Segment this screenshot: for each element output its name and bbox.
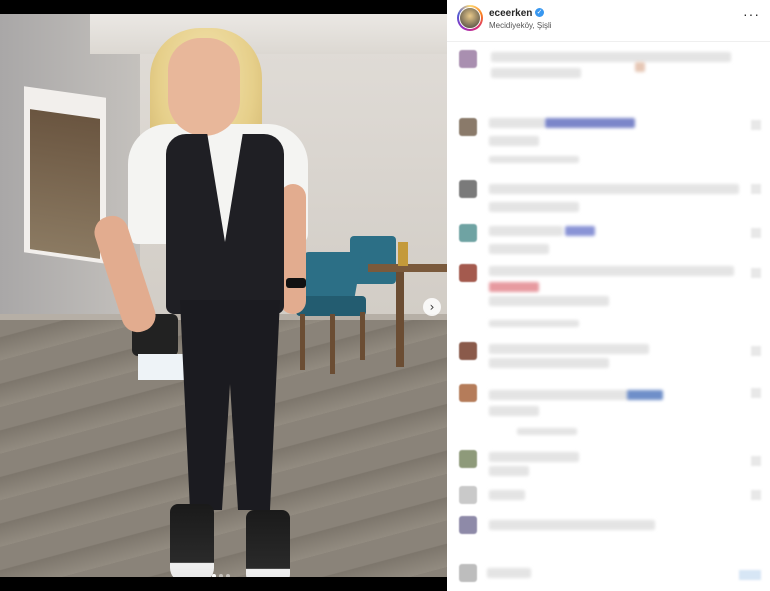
blurred-mention (545, 118, 635, 128)
like-icon[interactable] (751, 228, 761, 238)
commenter-avatar (459, 118, 477, 136)
blurred-text (489, 266, 734, 276)
more-options-icon[interactable]: ··· (743, 6, 760, 22)
blurred-text (489, 184, 739, 194)
blurred-text (489, 390, 629, 400)
commenter-avatar (459, 486, 477, 504)
person-face (168, 38, 240, 136)
commenter-avatar (459, 342, 477, 360)
blurred-meta (489, 320, 579, 327)
commenter-avatar (459, 224, 477, 242)
wall-opening-inner (30, 109, 100, 259)
blurred-mention (565, 226, 595, 236)
table-leg (396, 272, 404, 367)
blurred-text (491, 68, 581, 78)
blurred-text (489, 358, 609, 368)
blurred-text (489, 452, 579, 462)
person-shoe (170, 504, 214, 577)
blurred-text (489, 296, 609, 306)
bottle (398, 242, 408, 266)
comment-item (447, 448, 770, 488)
username-link[interactable]: eceerken (489, 8, 532, 19)
blurred-action[interactable] (739, 570, 761, 580)
commenter-avatar (459, 516, 477, 534)
chair-leg (300, 314, 305, 370)
carousel-dot (212, 574, 216, 577)
blurred-text (489, 490, 525, 500)
blurred-meta (489, 156, 579, 163)
like-icon[interactable] (751, 388, 761, 398)
chair-seat (296, 296, 366, 316)
comment-item (447, 382, 770, 438)
blurred-text (489, 118, 545, 128)
comment-item (447, 516, 770, 556)
chair-leg (330, 314, 335, 374)
like-icon[interactable] (751, 490, 761, 500)
blurred-mention (627, 390, 663, 400)
post-header: eceerken ✓ Mecidiyeköy, Şişli ··· (447, 0, 770, 42)
commenter-avatar (459, 450, 477, 468)
like-icon[interactable] (751, 184, 761, 194)
commenter-avatar (459, 180, 477, 198)
comment-item (447, 178, 770, 218)
commenter-avatar (459, 564, 477, 582)
comment-item (447, 564, 770, 588)
next-arrow-icon[interactable]: › (423, 298, 441, 316)
blurred-text (489, 282, 539, 292)
blurred-text (635, 62, 645, 72)
box (138, 354, 184, 380)
verified-badge-icon: ✓ (535, 8, 544, 17)
comment-item (447, 116, 770, 163)
carousel-dots (212, 574, 230, 577)
like-icon[interactable] (751, 268, 761, 278)
like-icon[interactable] (751, 456, 761, 466)
comment-item (447, 340, 770, 380)
blurred-text (489, 202, 579, 212)
location-link[interactable]: Mecidiyeköy, Şişli (489, 21, 552, 30)
carousel-dot (219, 574, 223, 577)
blurred-text (489, 244, 549, 254)
blurred-text (487, 568, 531, 578)
blurred-text (489, 344, 649, 354)
caption (447, 48, 770, 88)
blurred-text (489, 406, 539, 416)
blurred-text (489, 520, 655, 530)
avatar (459, 7, 481, 29)
blurred-text (489, 466, 529, 476)
commenter-avatar (459, 384, 477, 402)
chair-leg (360, 312, 365, 360)
comment-item (447, 222, 770, 262)
commenter-avatar (459, 264, 477, 282)
like-icon[interactable] (751, 120, 761, 130)
comment-item (447, 262, 770, 332)
commenter-avatar (459, 50, 477, 68)
post-sidebar: eceerken ✓ Mecidiyeköy, Şişli ··· (447, 0, 770, 591)
profile-avatar[interactable] (457, 5, 483, 31)
carousel-dot (226, 574, 230, 577)
blurred-text (489, 136, 539, 146)
blurred-text (491, 52, 731, 62)
person-shoe (246, 510, 290, 577)
ceiling (90, 14, 447, 54)
post-photo[interactable]: › (0, 14, 447, 577)
like-icon[interactable] (751, 346, 761, 356)
blurred-text (489, 226, 563, 236)
person-watch (286, 278, 306, 288)
blurred-meta (517, 428, 577, 435)
